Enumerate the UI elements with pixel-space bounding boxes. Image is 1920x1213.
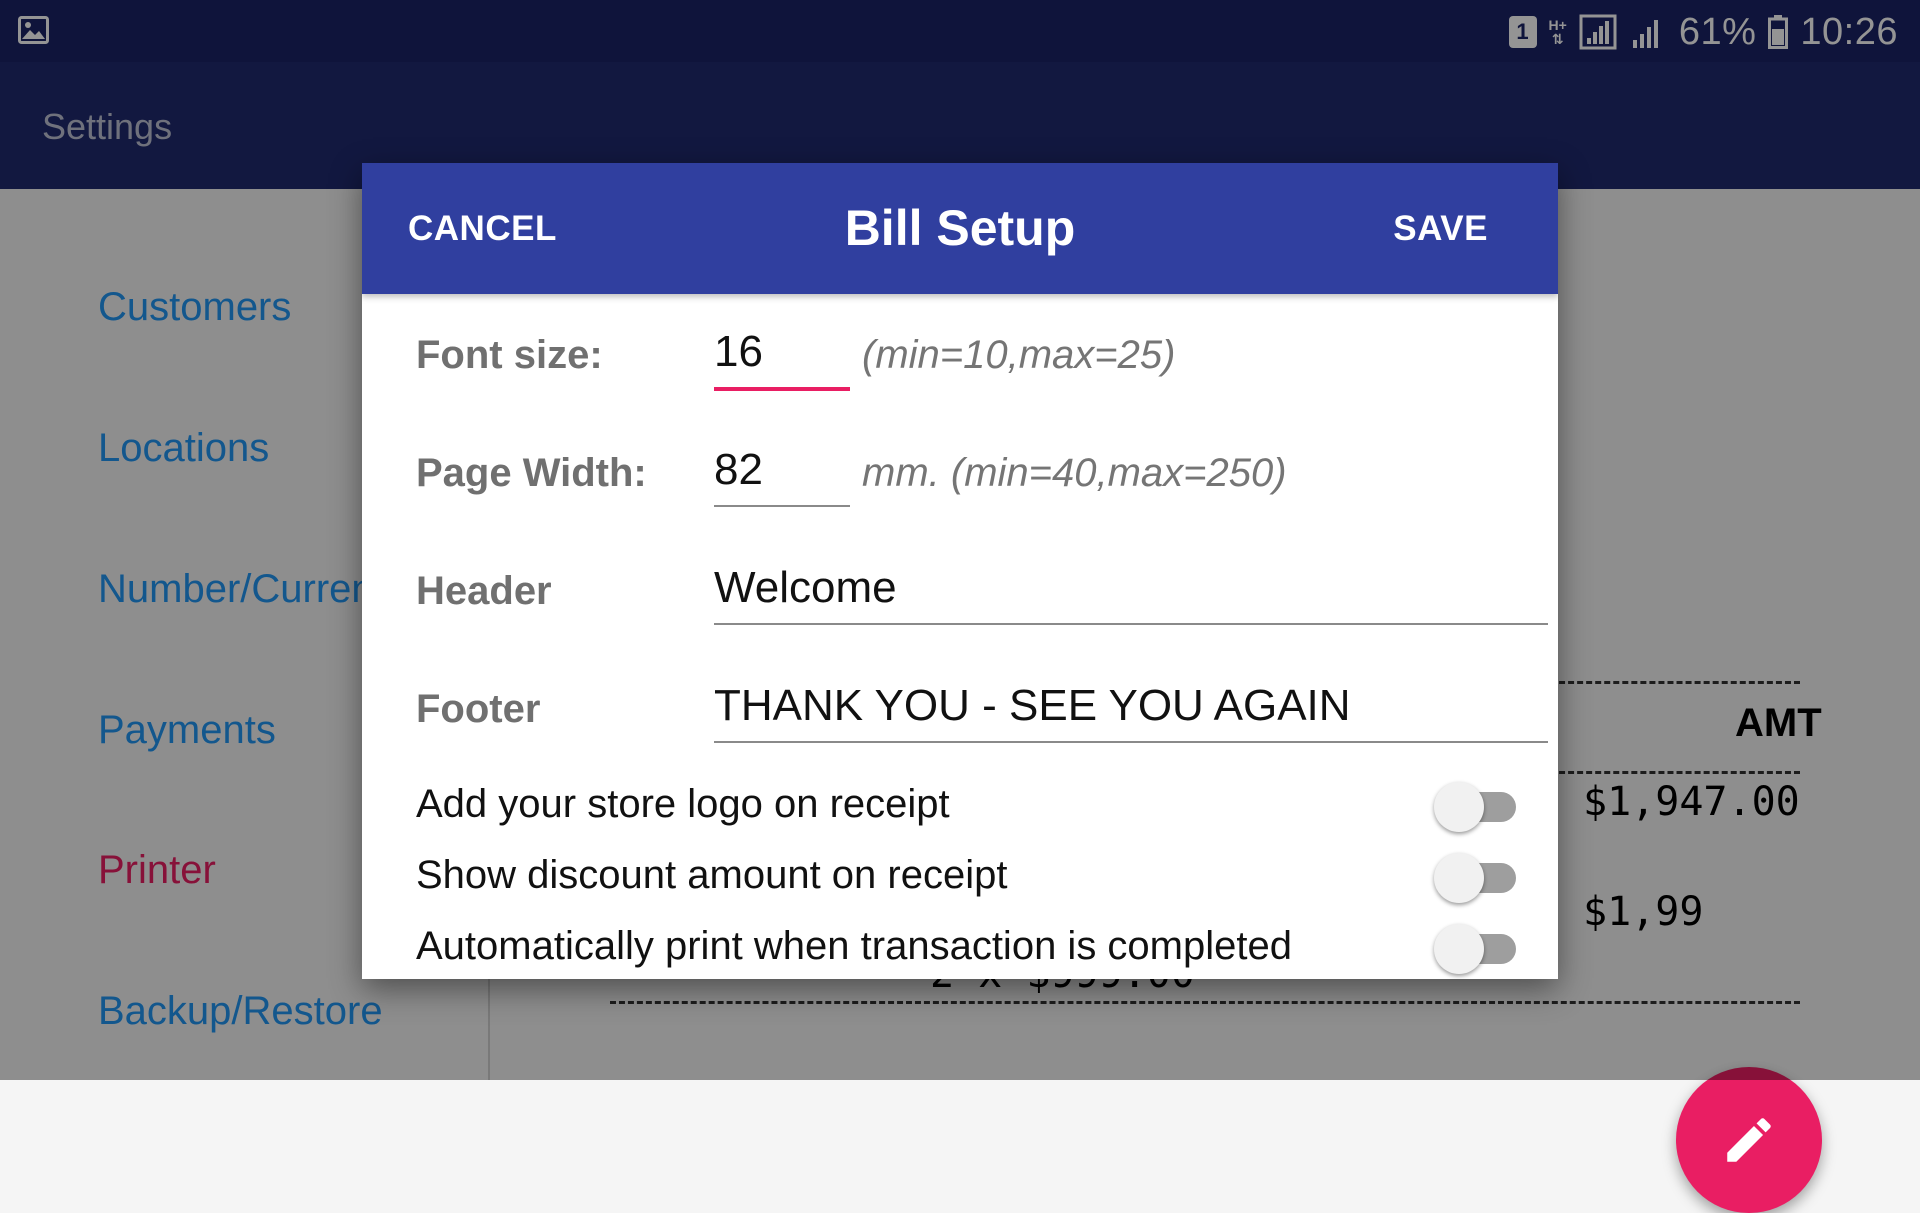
page-width-hint: mm. (min=40,max=250) <box>862 451 1287 495</box>
page-width-input[interactable] <box>714 445 850 507</box>
toggle-row-show-discount[interactable]: Show discount amount on receipt <box>416 847 1516 907</box>
footer-label: Footer <box>416 687 541 731</box>
show-discount-switch[interactable] <box>1434 853 1516 903</box>
edit-fab-button[interactable] <box>1676 1067 1822 1213</box>
dialog-title: Bill Setup <box>844 200 1076 256</box>
toggle-label: Add your store logo on receipt <box>416 782 950 826</box>
dialog-header: CANCEL Bill Setup SAVE <box>362 163 1558 294</box>
bill-setup-dialog: CANCEL Bill Setup SAVE Font size: (min=1… <box>362 163 1558 979</box>
store-logo-switch[interactable] <box>1434 782 1516 832</box>
pencil-icon <box>1727 1118 1771 1162</box>
page-width-label: Page Width: <box>416 451 647 495</box>
toggle-row-store-logo[interactable]: Add your store logo on receipt <box>416 776 1516 836</box>
header-input[interactable] <box>714 563 1548 625</box>
header-label: Header <box>416 569 552 613</box>
font-size-label: Font size: <box>416 333 603 377</box>
toggle-label: Automatically print when transaction is … <box>416 924 1292 968</box>
font-size-hint: (min=10,max=25) <box>862 333 1176 377</box>
font-size-input[interactable] <box>714 327 850 391</box>
footer-input[interactable] <box>714 681 1548 743</box>
toggle-row-auto-print[interactable]: Automatically print when transaction is … <box>416 918 1516 978</box>
save-button[interactable]: SAVE <box>1393 209 1488 249</box>
auto-print-switch[interactable] <box>1434 924 1516 974</box>
toggle-label: Show discount amount on receipt <box>416 853 1008 897</box>
